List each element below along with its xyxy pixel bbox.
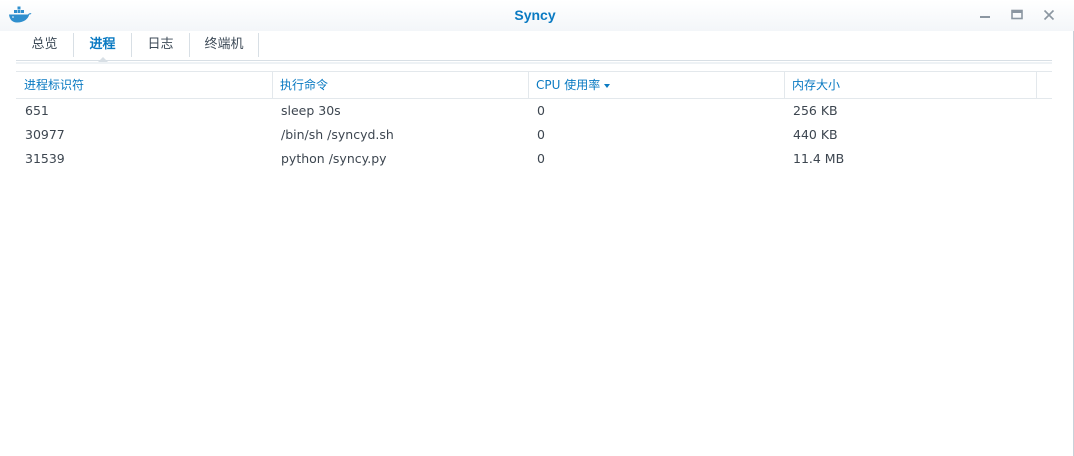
cell-cpu: 0: [537, 103, 545, 118]
tab-divider: [258, 33, 259, 57]
tab-terminal[interactable]: 终端机: [190, 33, 258, 61]
cell-pid: 30977: [25, 127, 65, 142]
cell-pid: 31539: [25, 151, 65, 166]
column-header-cpu[interactable]: CPU 使用率: [528, 72, 784, 98]
cell-cpu: 0: [537, 151, 545, 166]
process-table: 进程标识符 执行命令 CPU 使用率 内存大小 651 sleep 30s 0 …: [16, 71, 1052, 171]
cell-command: sleep 30s: [281, 103, 341, 118]
table-row[interactable]: 31539 python /syncy.py 0 11.4 MB: [16, 147, 1052, 171]
app-window: Syncy 总览 进程 日志 终端机 进程标识符 执行命令 CPU 使用率 内存…: [0, 0, 1074, 456]
cell-memory: 256 KB: [793, 103, 838, 118]
window-title: Syncy: [514, 7, 556, 23]
tab-overview[interactable]: 总览: [16, 33, 73, 61]
table-header: 进程标识符 执行命令 CPU 使用率 内存大小: [16, 71, 1052, 99]
tab-logs[interactable]: 日志: [132, 33, 189, 61]
tab-bar-shadow: [16, 62, 1052, 64]
cell-command: /bin/sh /syncyd.sh: [281, 127, 394, 142]
title-bar[interactable]: Syncy: [0, 0, 1074, 31]
close-icon[interactable]: [1041, 7, 1057, 23]
column-header-memory[interactable]: 内存大小: [784, 72, 1036, 98]
tab-processes[interactable]: 进程: [74, 33, 131, 63]
sort-descending-icon: [604, 83, 611, 88]
column-header-pid[interactable]: 进程标识符: [16, 72, 272, 98]
cell-memory: 440 KB: [793, 127, 838, 142]
table-row[interactable]: 651 sleep 30s 0 256 KB: [16, 99, 1052, 123]
cell-command: python /syncy.py: [281, 151, 387, 166]
table-row[interactable]: 30977 /bin/sh /syncyd.sh 0 440 KB: [16, 123, 1052, 147]
minimize-icon[interactable]: [977, 7, 993, 23]
column-divider[interactable]: [1036, 72, 1037, 98]
maximize-icon[interactable]: [1009, 7, 1025, 23]
cell-pid: 651: [25, 103, 49, 118]
cell-cpu: 0: [537, 127, 545, 142]
cell-memory: 11.4 MB: [793, 151, 845, 166]
tab-bar: 总览 进程 日志 终端机: [16, 31, 1052, 63]
column-header-command[interactable]: 执行命令: [272, 72, 528, 98]
